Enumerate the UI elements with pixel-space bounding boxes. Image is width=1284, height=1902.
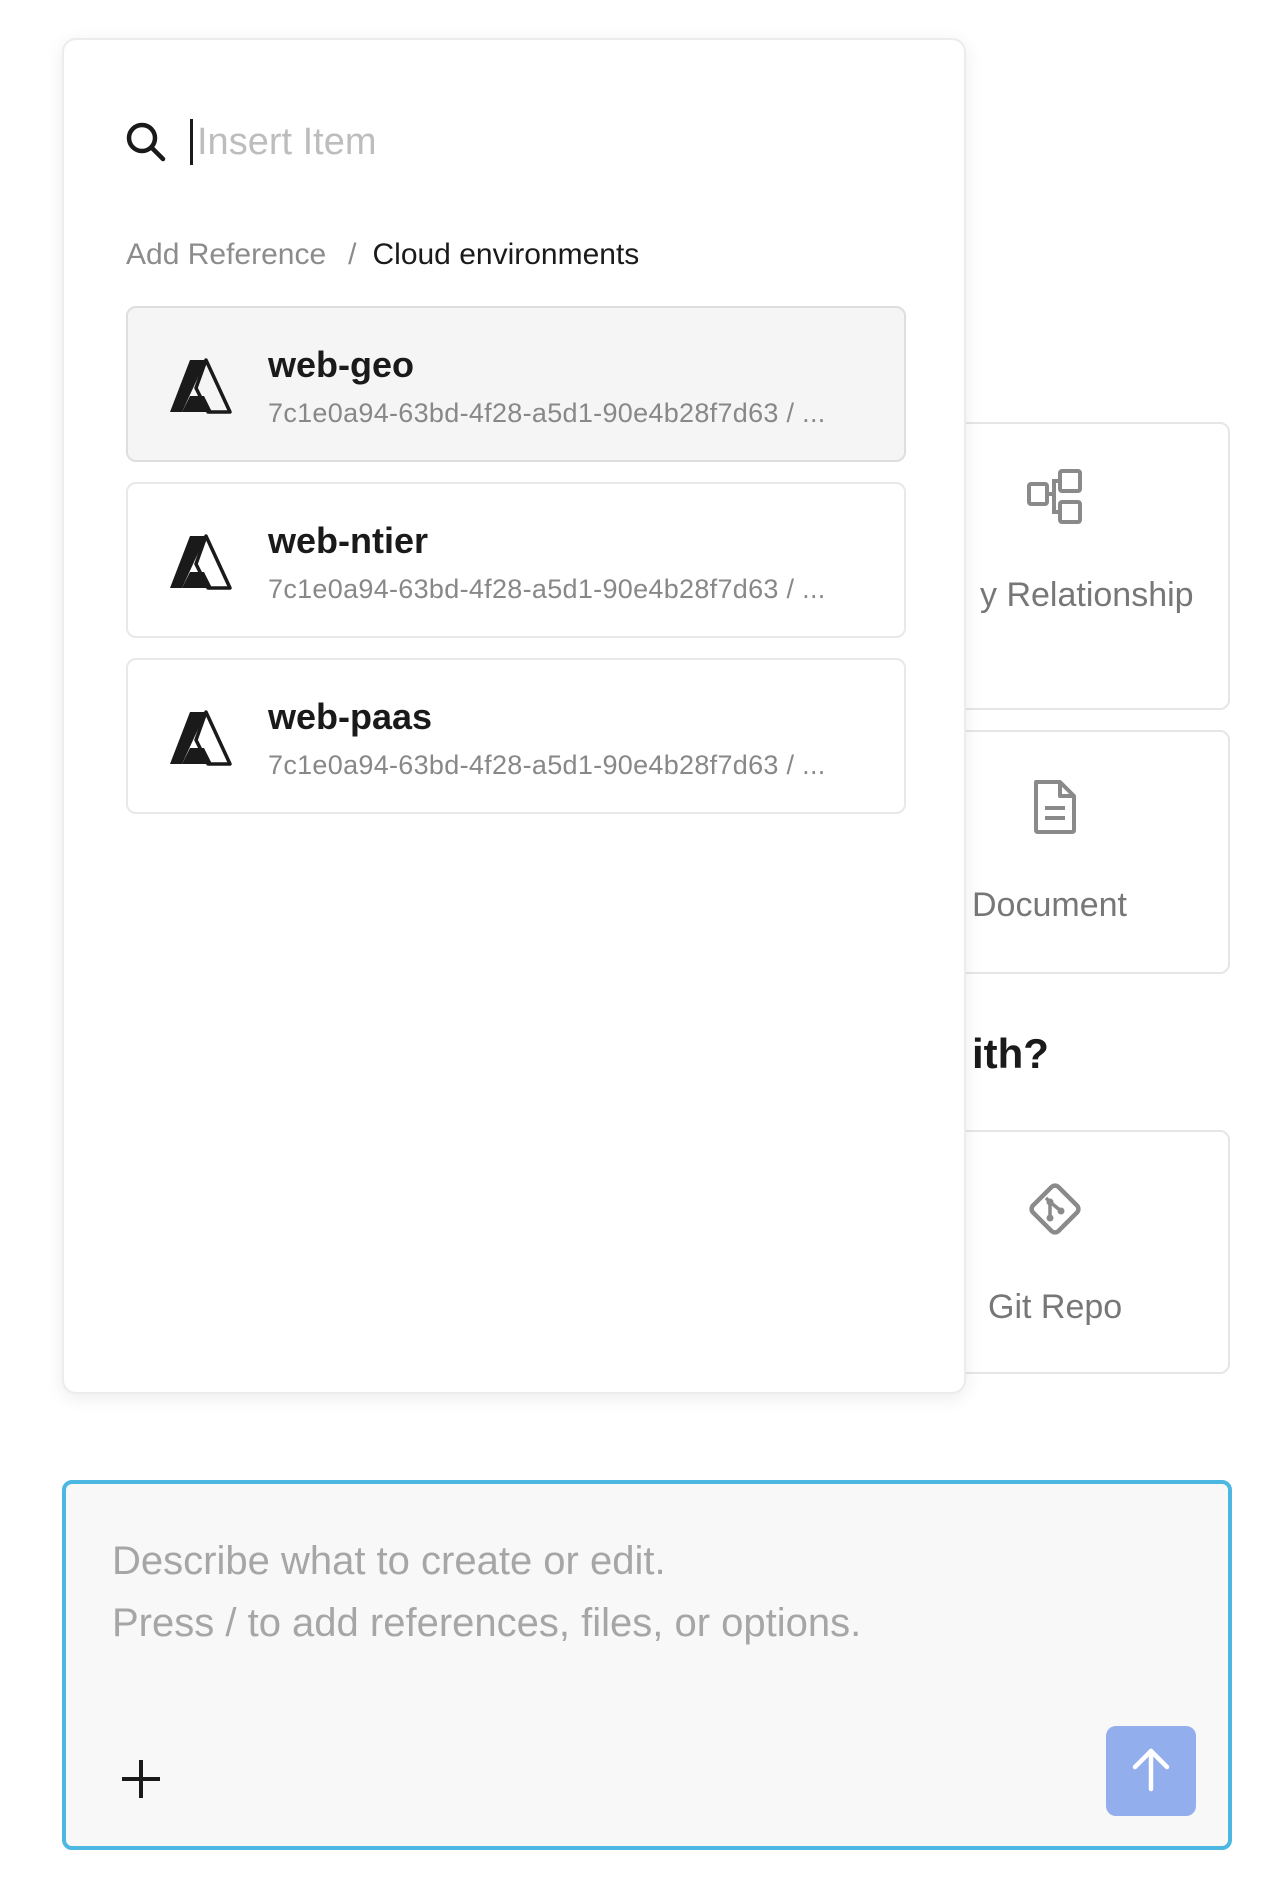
git-icon — [1024, 1178, 1086, 1240]
environment-list: web-geo 7c1e0a94-63bd-4f28-a5d1-90e4b28f… — [126, 306, 906, 834]
search-row — [124, 110, 904, 174]
prompt-placeholder-line-2: Press / to add references, files, or opt… — [112, 1601, 862, 1645]
send-button[interactable] — [1106, 1726, 1196, 1816]
relationship-card-label: y Relationship — [980, 576, 1194, 614]
prompt-placeholder: Describe what to create or edit. Press /… — [112, 1530, 861, 1654]
prompt-input[interactable]: Describe what to create or edit. Press /… — [62, 1480, 1232, 1850]
search-icon — [124, 120, 168, 164]
list-item-subtitle: 7c1e0a94-63bd-4f28-a5d1-90e4b28f7d63 / .… — [268, 398, 826, 428]
insert-item-popup: Add Reference / Cloud environments web-g… — [62, 38, 966, 1394]
search-input[interactable] — [197, 120, 847, 164]
azure-logo-icon — [168, 532, 232, 592]
list-item-subtitle: 7c1e0a94-63bd-4f28-a5d1-90e4b28f7d63 / .… — [268, 750, 826, 780]
list-item-name: web-paas — [268, 696, 433, 737]
section-heading: ith? — [972, 1030, 1049, 1077]
breadcrumb-add-reference[interactable]: Add Reference — [126, 238, 326, 272]
list-item-web-ntier[interactable]: web-ntier 7c1e0a94-63bd-4f28-a5d1-90e4b2… — [126, 482, 906, 638]
text-caret — [190, 119, 193, 165]
relationship-diagram-icon — [1024, 468, 1088, 530]
breadcrumb: Add Reference / Cloud environments — [126, 238, 639, 272]
list-item-web-paas[interactable]: web-paas 7c1e0a94-63bd-4f28-a5d1-90e4b28… — [126, 658, 906, 814]
azure-logo-icon — [168, 708, 232, 768]
arrow-up-icon — [1129, 1745, 1173, 1798]
prompt-placeholder-line-1: Describe what to create or edit. — [112, 1539, 666, 1583]
breadcrumb-current: Cloud environments — [372, 238, 640, 271]
list-item-web-geo[interactable]: web-geo 7c1e0a94-63bd-4f28-a5d1-90e4b28f… — [126, 306, 906, 462]
list-item-name: web-geo — [268, 344, 415, 385]
document-icon — [1030, 778, 1080, 836]
list-item-subtitle: 7c1e0a94-63bd-4f28-a5d1-90e4b28f7d63 / .… — [268, 574, 826, 604]
document-card-label: Document — [972, 886, 1127, 924]
breadcrumb-separator: / — [348, 238, 357, 271]
azure-logo-icon — [168, 356, 232, 416]
git-repo-card-label: Git Repo — [988, 1288, 1123, 1326]
list-item-name: web-ntier — [268, 520, 429, 561]
plus-icon[interactable] — [116, 1754, 166, 1804]
